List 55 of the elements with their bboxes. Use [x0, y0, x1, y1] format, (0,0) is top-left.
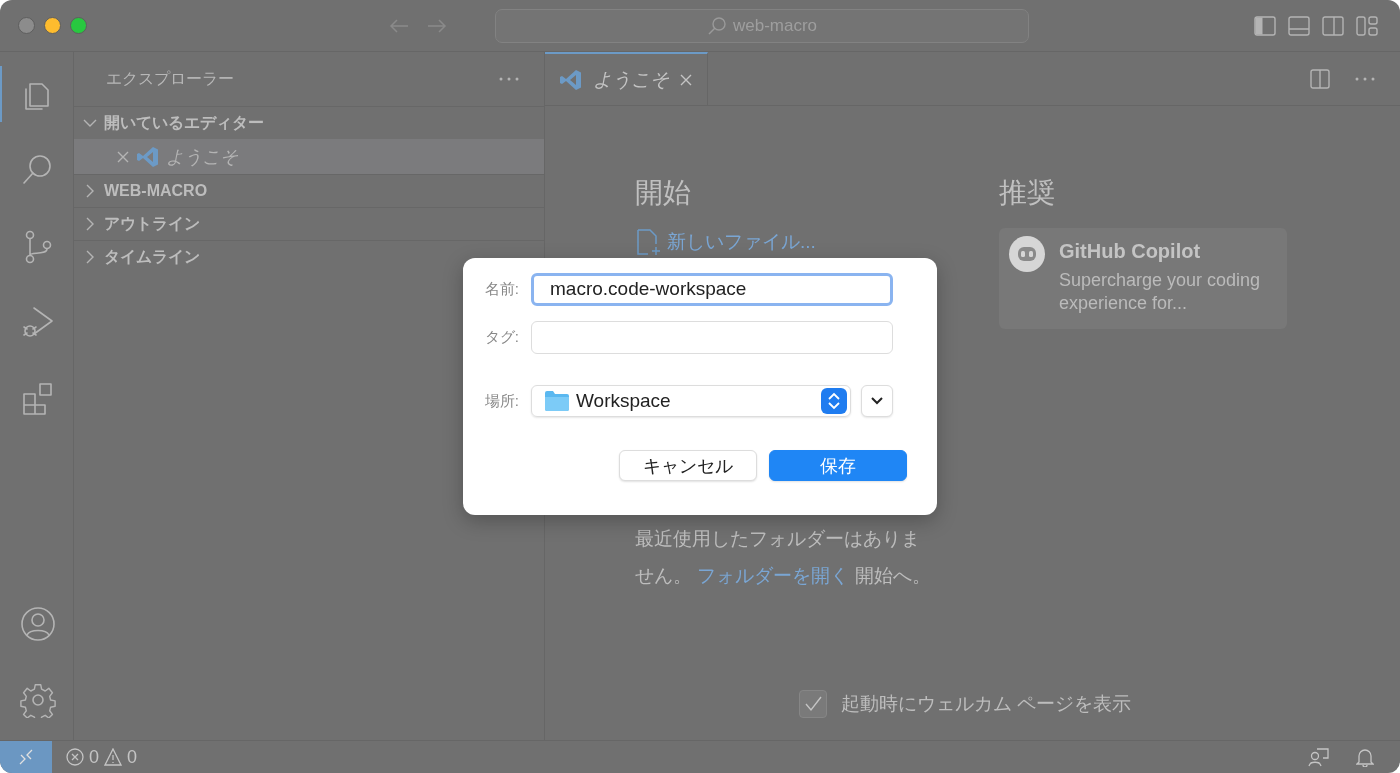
vscode-icon [136, 144, 160, 169]
card-title: GitHub Copilot [1059, 240, 1202, 263]
vscode-icon [559, 67, 583, 92]
editor-tab[interactable]: ようこそ [545, 52, 708, 105]
section-header[interactable]: WEB-MACRO [74, 174, 544, 207]
remote-icon [17, 748, 35, 766]
tag-field[interactable] [531, 320, 893, 354]
copilot-icon [1009, 236, 1045, 272]
field-label: タグ: [483, 327, 520, 347]
account-icon[interactable] [19, 606, 56, 642]
forward-arrow-icon[interactable] [426, 17, 448, 34]
more-icon[interactable] [1354, 75, 1376, 82]
zoom-button[interactable] [70, 17, 87, 34]
save-button[interactable]: 保存 [769, 450, 907, 481]
section-heading: 開始 [635, 176, 692, 210]
warning-icon [104, 748, 122, 766]
expand-button[interactable] [861, 385, 893, 417]
back-arrow-icon[interactable] [388, 17, 410, 34]
open-folder-link[interactable]: フォルダーを開く [697, 565, 850, 586]
settings-icon[interactable] [19, 682, 56, 718]
panel-toggle-icon[interactable] [1288, 15, 1310, 36]
split-editor-icon[interactable] [1310, 68, 1330, 89]
new-file-icon [635, 228, 661, 256]
cancel-button[interactable]: キャンセル [619, 450, 757, 481]
close-icon[interactable] [679, 72, 693, 87]
name-field[interactable]: macro.code-workspace [531, 272, 893, 306]
new-file-link[interactable]: 新しいファイル... [635, 228, 999, 256]
location-popup[interactable]: Workspace [531, 385, 851, 417]
error-icon [66, 748, 84, 766]
recent-folders-text: 最近使用したフォルダーはありません。 フォルダーを開く 開始へ。 [635, 527, 932, 588]
checkbox[interactable] [799, 690, 827, 718]
open-editor-item[interactable]: ようこそ [74, 139, 544, 174]
minimize-button[interactable] [44, 17, 61, 34]
chevron-down-icon [871, 397, 883, 405]
card-description: Supercharge your coding experience for... [1059, 269, 1262, 315]
search-icon [706, 15, 727, 36]
stepper-icon [821, 388, 847, 414]
field-label: 場所: [483, 391, 520, 411]
section-heading: 推奨 [999, 176, 1056, 210]
secondary-sidebar-icon[interactable] [1322, 15, 1344, 36]
more-icon[interactable] [498, 76, 520, 82]
problems-indicator[interactable]: 0 0 [66, 746, 138, 768]
close-button[interactable] [18, 17, 35, 34]
recommendation-card[interactable]: GitHub Copilot Supercharge your coding experience for... [999, 228, 1287, 329]
sidebar-toggle-icon[interactable] [1254, 15, 1276, 36]
feedback-icon[interactable] [1308, 747, 1330, 767]
close-icon[interactable] [116, 149, 130, 164]
field-label: 名前: [483, 279, 520, 299]
folder-icon [544, 390, 570, 412]
sidebar-title: エクスプローラー [106, 68, 234, 89]
section-header[interactable]: アウトライン [74, 207, 544, 240]
remote-button[interactable] [0, 740, 52, 773]
bell-icon[interactable] [1356, 747, 1374, 767]
layout-icon[interactable] [1356, 15, 1378, 36]
checkbox-label: 起動時にウェルカム ページを表示 [841, 692, 1132, 716]
